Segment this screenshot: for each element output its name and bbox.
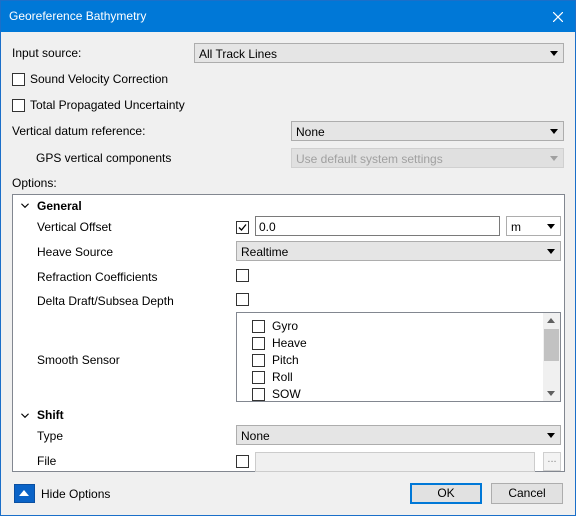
vertical-offset-input[interactable]: 0.0 [255, 216, 500, 236]
checkmark-icon [238, 224, 247, 231]
pitch-checkbox[interactable] [252, 354, 265, 367]
roll-checkbox[interactable] [252, 371, 265, 384]
vertical-datum-label: Vertical datum reference: [12, 124, 146, 138]
vertical-offset-unit: m [511, 220, 521, 234]
dialog-window: Georeference Bathymetry Input source: Al… [0, 0, 576, 516]
gyro-label: Gyro [272, 319, 299, 333]
hide-options-button[interactable] [14, 484, 35, 503]
shift-file-checkbox[interactable] [236, 455, 249, 468]
pitch-label: Pitch [272, 353, 299, 367]
smooth-sensor-list[interactable]: Gyro Heave Pitch Roll SOW [236, 312, 561, 402]
vertical-datum-value: None [296, 125, 325, 139]
gps-vertical-label: GPS vertical components [36, 151, 172, 165]
input-source-dropdown[interactable]: All Track Lines [194, 43, 564, 63]
list-item-sow[interactable]: SOW [237, 385, 537, 401]
gps-vertical-value: Use default system settings [296, 152, 443, 166]
sound-velocity-label: Sound Velocity Correction [30, 72, 169, 86]
gps-vertical-dropdown[interactable]: Use default system settings [291, 148, 564, 168]
refraction-label: Refraction Coefficients [37, 270, 158, 284]
list-item-pitch[interactable]: Pitch [237, 351, 537, 368]
chevron-up-icon [19, 490, 29, 496]
window-title: Georeference Bathymetry [9, 9, 147, 23]
ok-button[interactable]: OK [410, 483, 482, 504]
title-bar: Georeference Bathymetry [1, 1, 575, 32]
smooth-sensor-label: Smooth Sensor [37, 353, 120, 367]
chevron-down-icon [547, 224, 555, 229]
shift-type-dropdown[interactable]: None [236, 425, 561, 445]
scroll-down-icon[interactable] [547, 391, 555, 396]
options-label: Options: [12, 176, 57, 190]
chevron-down-icon [550, 129, 558, 134]
vertical-offset-label: Vertical Offset [37, 220, 112, 234]
refraction-checkbox[interactable] [236, 269, 249, 282]
cancel-button[interactable]: Cancel [491, 483, 563, 504]
input-source-label: Input source: [12, 46, 82, 60]
heave-checkbox[interactable] [252, 337, 265, 350]
heave-source-label: Heave Source [37, 245, 114, 259]
sow-checkbox[interactable] [252, 388, 265, 401]
shift-type-value: None [241, 429, 270, 443]
vertical-offset-unit-dropdown[interactable]: m [506, 216, 561, 236]
gyro-checkbox[interactable] [252, 320, 265, 333]
vertical-datum-dropdown[interactable]: None [291, 121, 564, 141]
general-section-header[interactable]: General [37, 199, 82, 213]
sound-velocity-checkbox[interactable] [12, 73, 25, 86]
shift-section-header[interactable]: Shift [37, 408, 64, 422]
tpu-label: Total Propagated Uncertainty [30, 98, 185, 112]
sow-label: SOW [272, 387, 301, 401]
heave-source-value: Realtime [241, 245, 289, 259]
tpu-checkbox[interactable] [12, 99, 25, 112]
options-panel: General Vertical Offset 0.0 m Heave Sour… [12, 194, 565, 472]
chevron-down-icon [547, 433, 555, 438]
shift-file-label: File [37, 454, 57, 468]
vertical-offset-value: 0.0 [259, 220, 276, 234]
roll-label: Roll [272, 370, 293, 384]
shift-file-input[interactable] [255, 452, 535, 472]
delta-draft-checkbox[interactable] [236, 293, 249, 306]
input-source-value: All Track Lines [199, 47, 278, 61]
chevron-down-icon [547, 249, 555, 254]
heave-label: Heave [272, 336, 307, 350]
close-icon [553, 11, 563, 22]
scroll-up-icon[interactable] [547, 318, 555, 323]
hide-options-label[interactable]: Hide Options [41, 487, 110, 501]
delta-draft-label: Delta Draft/Subsea Depth [37, 294, 174, 308]
scroll-thumb[interactable] [544, 329, 559, 361]
chevron-down-icon [550, 51, 558, 56]
list-item-gyro[interactable]: Gyro [237, 317, 537, 334]
browse-button[interactable]: ... [543, 452, 561, 471]
collapse-chevron-icon[interactable] [21, 413, 29, 419]
list-item-heave[interactable]: Heave [237, 334, 537, 351]
list-scrollbar[interactable] [543, 313, 560, 401]
chevron-down-icon [550, 156, 558, 161]
close-button[interactable] [541, 1, 575, 32]
collapse-chevron-icon[interactable] [21, 203, 29, 209]
list-item-roll[interactable]: Roll [237, 368, 537, 385]
shift-type-label: Type [37, 429, 64, 443]
heave-source-dropdown[interactable]: Realtime [236, 241, 561, 261]
vertical-offset-checkbox[interactable] [236, 221, 249, 234]
